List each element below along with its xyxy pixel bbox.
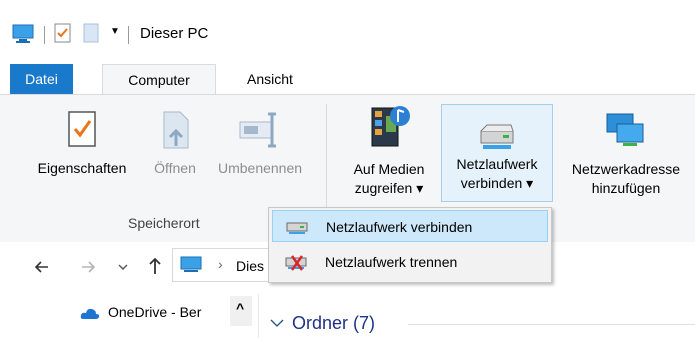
tab-file[interactable]: Datei <box>10 64 73 94</box>
quick-access-dropdown-icon[interactable]: ▼ <box>110 26 120 37</box>
up-arrow-icon[interactable] <box>148 257 162 275</box>
forward-arrow-icon[interactable] <box>80 259 96 275</box>
back-arrow-icon[interactable] <box>34 259 50 275</box>
network-location-icon <box>606 113 644 146</box>
map-drive-label-1: Netzlaufwerk <box>456 156 538 172</box>
menu-item-label: Netzlaufwerk verbinden <box>326 219 473 235</box>
computer-icon <box>180 256 202 272</box>
chevron-down-icon[interactable]: ▾ <box>416 180 423 196</box>
properties-icon <box>68 111 96 147</box>
map-network-drive-button[interactable]: Netzlaufwerk verbinden ▾ <box>441 104 553 202</box>
recent-locations-chevron-icon[interactable] <box>118 262 128 272</box>
menu-item-connect-network-drive[interactable]: Netzlaufwerk verbinden <box>272 210 548 242</box>
menu-item-disconnect-network-drive[interactable]: Netzlaufwerk trennen <box>272 246 548 278</box>
open-icon <box>163 111 189 149</box>
access-media-label-2: zugreifen <box>354 180 413 196</box>
ribbon-tabs: Datei Computer Ansicht <box>0 64 695 95</box>
open-button[interactable]: Öffnen <box>145 110 205 178</box>
menu-item-label: Netzlaufwerk trennen <box>325 254 458 270</box>
group-label-location: Speicherort <box>128 215 200 231</box>
network-drive-connect-icon <box>286 222 308 234</box>
tab-view[interactable]: Ansicht <box>230 64 310 94</box>
properties-quick-icon[interactable] <box>54 23 72 43</box>
rename-label: Umbenennen <box>217 160 303 176</box>
section-header-folders[interactable]: Ordner (7) <box>292 313 375 334</box>
media-icon <box>371 106 410 147</box>
properties-label: Eigenschaften <box>37 160 127 176</box>
add-network-location-label-2: hinzufügen <box>591 180 661 196</box>
onedrive-icon <box>80 308 100 319</box>
chevron-down-icon[interactable]: ▾ <box>526 175 533 191</box>
separator <box>44 26 45 44</box>
properties-button[interactable]: Eigenschaften <box>22 110 142 178</box>
separator <box>128 26 129 44</box>
map-drive-dropdown-menu: Netzlaufwerk verbinden Netzlaufwerk tren… <box>268 207 552 283</box>
breadcrumb-separator: › <box>218 256 223 272</box>
scroll-up-icon[interactable]: ^ <box>236 300 244 316</box>
rename-icon <box>239 112 276 148</box>
access-media-button[interactable]: Auf Medien zugreifen ▾ <box>340 102 438 198</box>
map-drive-label-2: verbinden <box>460 175 523 191</box>
tab-computer[interactable]: Computer <box>102 64 216 95</box>
add-network-location-button[interactable]: Netzwerkadresse hinzufügen <box>556 110 695 198</box>
section-divider <box>408 324 695 325</box>
new-folder-quick-icon[interactable] <box>82 23 100 43</box>
open-label: Öffnen <box>154 160 196 176</box>
network-drive-icon <box>480 124 514 149</box>
title-bar: ▼ Dieser PC <box>0 0 695 64</box>
window-title: Dieser PC <box>140 25 209 42</box>
collapse-chevron-icon[interactable] <box>270 318 284 328</box>
computer-icon[interactable] <box>12 24 34 44</box>
network-drive-disconnect-icon <box>285 255 307 271</box>
access-media-label-1: Auf Medien <box>353 161 425 177</box>
address-path-text[interactable]: Dies <box>236 258 264 274</box>
add-network-location-label-1: Netzwerkadresse <box>571 161 681 177</box>
rename-button[interactable]: Umbenennen <box>205 110 315 178</box>
nav-item-onedrive[interactable]: OneDrive - Ber <box>108 304 201 320</box>
pane-divider <box>258 294 259 338</box>
